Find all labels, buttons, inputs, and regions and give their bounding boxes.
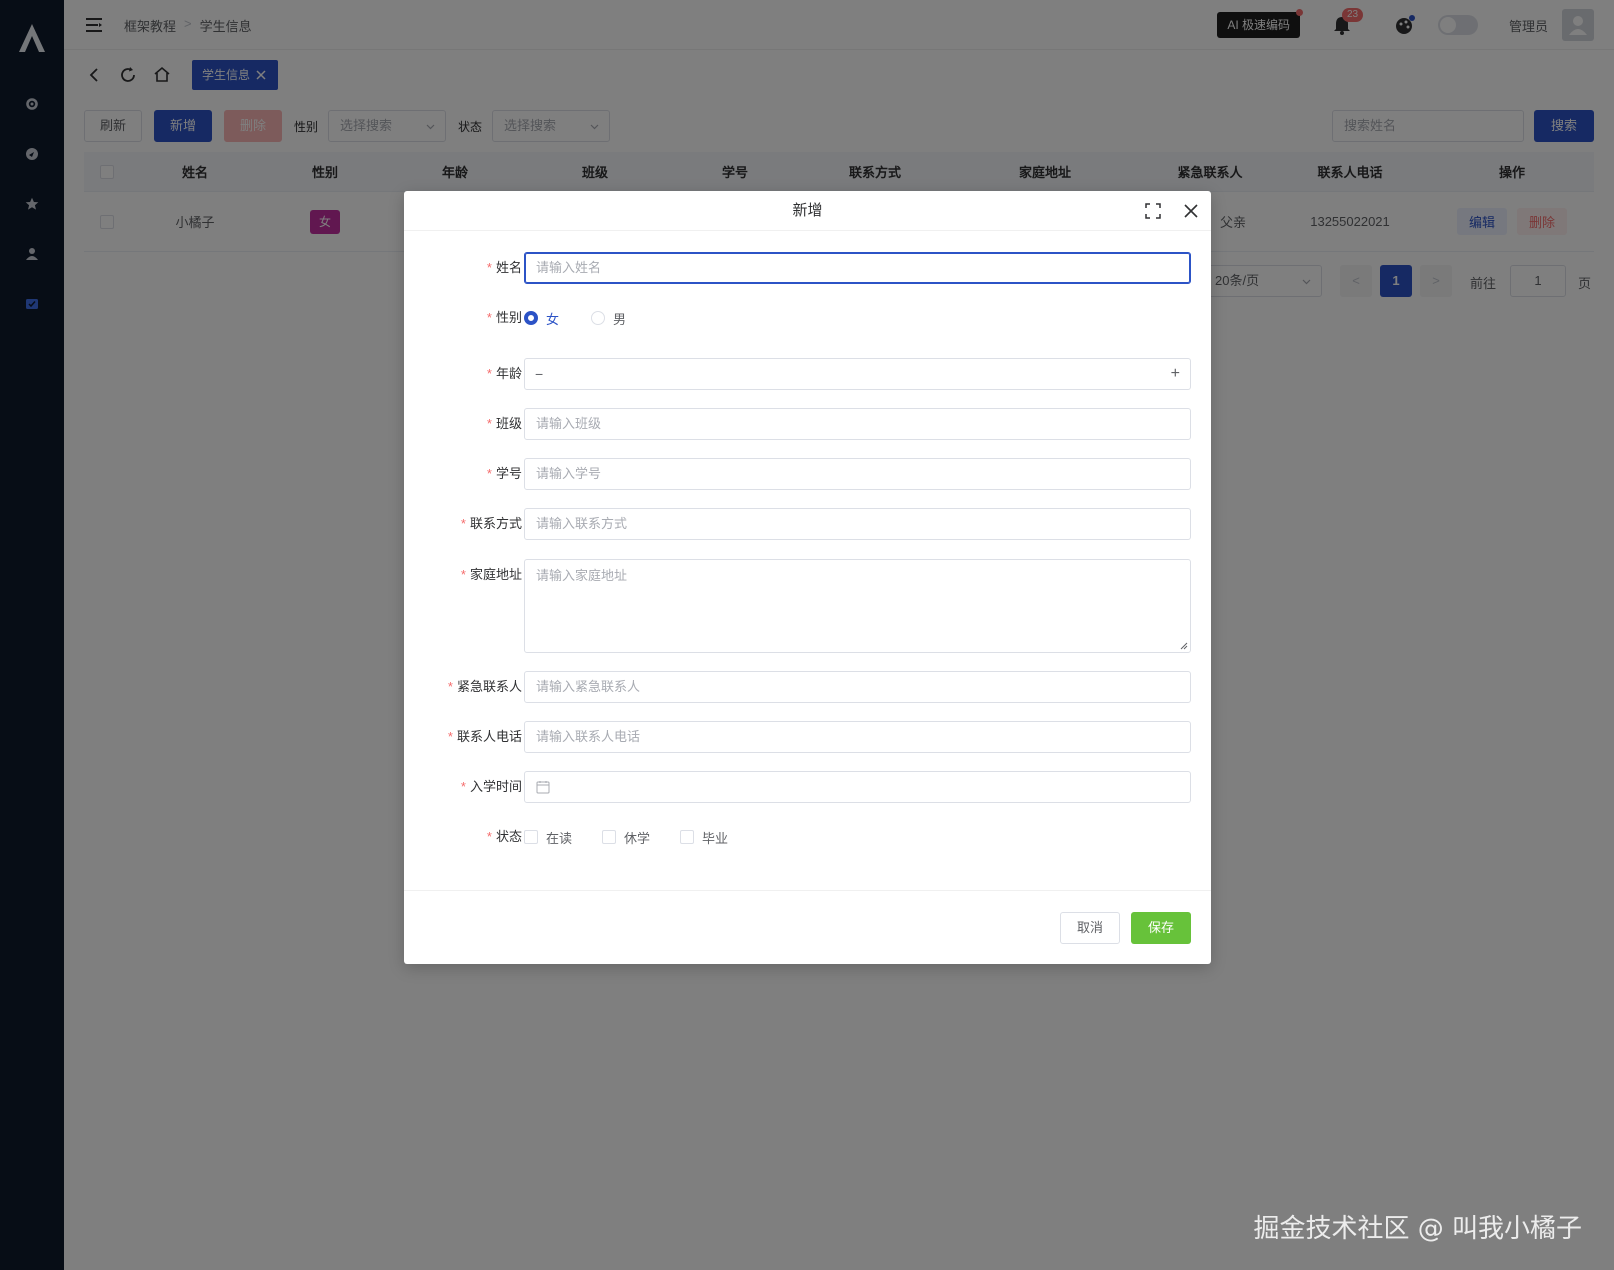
- address-label: * 家庭地址: [460, 567, 522, 582]
- close-icon[interactable]: [1183, 203, 1199, 219]
- address-placeholder: 请输入家庭地址: [536, 568, 628, 583]
- fullscreen-icon[interactable]: [1145, 203, 1161, 219]
- dialog-title: 新增: [404, 191, 1211, 231]
- gender-radio-group: 女 男: [524, 302, 658, 334]
- gender-radio-male[interactable]: [591, 311, 606, 325]
- status-checkbox[interactable]: [680, 830, 695, 844]
- minus-icon[interactable]: −: [535, 359, 543, 389]
- name-label: * 姓名: [486, 260, 522, 275]
- class-label: * 班级: [486, 416, 522, 431]
- gender-option-label[interactable]: 女: [546, 309, 559, 328]
- save-button[interactable]: 保存: [1131, 912, 1191, 944]
- age-label: * 年龄: [486, 366, 522, 381]
- contact-label: * 联系方式: [460, 516, 522, 531]
- status-label: * 状态: [486, 829, 522, 844]
- class-input[interactable]: 请输入班级: [524, 408, 1191, 440]
- watermark-text: 掘金技术社区 @ 叫我小橘子: [1253, 1214, 1582, 1244]
- gender-radio-female[interactable]: [524, 311, 538, 325]
- status-checkbox-group: 在读 休学 毕业: [524, 821, 758, 853]
- add-student-dialog: 新增 * 姓名 请输入姓名 * 性别 女 男 * 年龄 − + * 班级 请输入班级 *…: [404, 191, 1211, 964]
- calendar-icon: [536, 781, 550, 794]
- status-option-label[interactable]: 休学: [624, 828, 650, 847]
- plus-icon[interactable]: +: [1171, 359, 1180, 389]
- contact-input[interactable]: 请输入联系方式: [524, 508, 1191, 540]
- status-option-label[interactable]: 毕业: [702, 828, 728, 847]
- address-textarea[interactable]: 请输入家庭地址: [524, 559, 1191, 653]
- cancel-button[interactable]: 取消: [1060, 912, 1120, 944]
- student-id-input[interactable]: 请输入学号: [524, 458, 1191, 490]
- student-id-label: * 学号: [486, 466, 522, 481]
- gender-option-label[interactable]: 男: [613, 309, 626, 328]
- name-input[interactable]: 请输入姓名: [524, 252, 1191, 284]
- age-stepper[interactable]: − +: [524, 358, 1191, 390]
- dialog-footer: 取消 保存: [404, 890, 1211, 964]
- resize-handle-icon[interactable]: [1180, 642, 1188, 650]
- emergency-contact-label: * 紧急联系人: [447, 679, 522, 694]
- emergency-contact-input[interactable]: 请输入紧急联系人: [524, 671, 1191, 703]
- status-checkbox[interactable]: [524, 830, 538, 844]
- emergency-phone-input[interactable]: 请输入联系人电话: [524, 721, 1191, 753]
- gender-label: * 性别: [486, 310, 522, 325]
- status-option-label[interactable]: 在读: [546, 828, 572, 847]
- enroll-date-picker[interactable]: [524, 771, 1191, 803]
- emergency-phone-label: * 联系人电话: [447, 729, 522, 744]
- enroll-date-label: * 入学时间: [460, 779, 522, 794]
- status-checkbox[interactable]: [602, 830, 617, 844]
